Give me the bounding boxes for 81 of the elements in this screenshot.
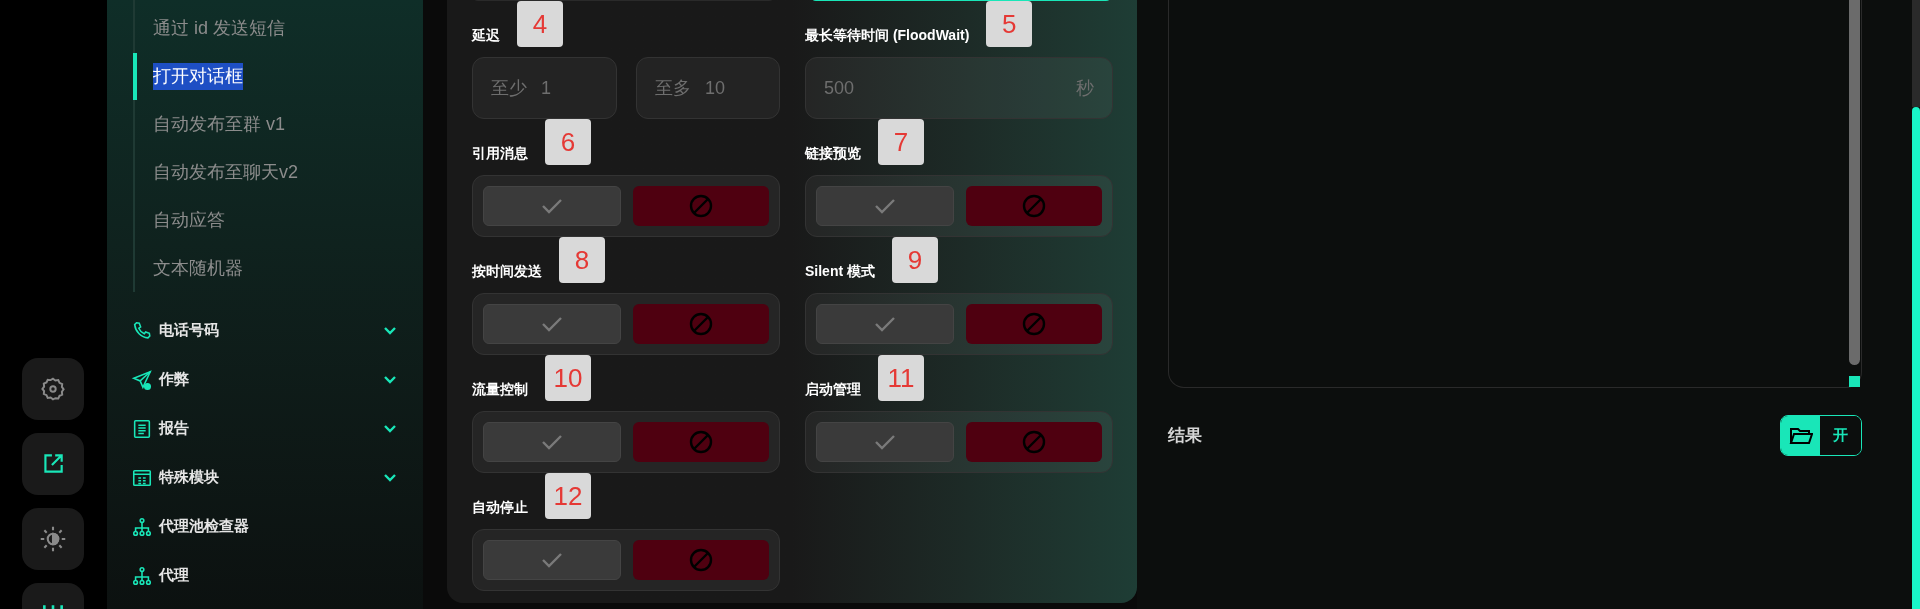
disable-button[interactable] (633, 186, 769, 226)
scrollbar-thumb[interactable] (1849, 0, 1860, 365)
block-icon (689, 312, 713, 336)
block-icon (1022, 430, 1046, 454)
group-label: 电话号码 (159, 320, 220, 341)
folder-button[interactable] (1781, 416, 1820, 455)
block-icon (1022, 312, 1046, 336)
number-badge: 4 (517, 1, 563, 47)
field-label: 链接预览 (805, 145, 861, 161)
sidebar-group[interactable]: 代理池检查器 (107, 502, 423, 551)
field-label: 延迟 (472, 27, 500, 43)
number-badge: 12 (545, 473, 591, 519)
network-icon (131, 564, 153, 587)
check-icon (874, 198, 896, 214)
field-label: 启动管理 (805, 381, 861, 397)
block-icon (689, 548, 713, 572)
number-badge: 5 (986, 1, 1033, 47)
enable-button[interactable] (816, 422, 954, 462)
number-badge: 11 (878, 355, 924, 401)
enable-button[interactable] (483, 540, 621, 580)
gear-icon (40, 376, 66, 402)
number-badge: 10 (545, 355, 591, 401)
check-icon (541, 198, 563, 214)
field-label: 流量控制 (472, 381, 528, 397)
sidebar-item[interactable]: 通过 id 发送短信 (153, 14, 285, 42)
enable-button[interactable] (816, 186, 954, 226)
brightness-button[interactable] (22, 508, 84, 570)
number-badge: 7 (878, 119, 924, 165)
field-label: 按时间发送 (472, 263, 542, 279)
enable-button[interactable] (483, 186, 621, 226)
field-label: 引用消息 (472, 145, 528, 161)
sidebar-item[interactable]: 打开对话框 (153, 62, 243, 90)
disable-button[interactable] (966, 304, 1102, 344)
number-badge: 9 (892, 237, 938, 283)
check-icon (541, 552, 563, 568)
field-label: 自动停止 (472, 499, 528, 515)
group-label: 作弊 (159, 369, 190, 390)
number-badge: 8 (559, 237, 605, 283)
check-icon (874, 434, 896, 450)
block-icon (689, 194, 713, 218)
report-icon (131, 417, 153, 440)
disable-button[interactable] (633, 540, 769, 580)
sidebar-item[interactable]: 自动发布至聊天v2 (153, 158, 298, 186)
send-icon (131, 368, 153, 391)
resize-handle[interactable] (1849, 376, 1860, 387)
sidebar-item[interactable]: 自动应答 (153, 206, 225, 234)
scrollbar-thumb[interactable] (1912, 107, 1920, 609)
sidebar-group[interactable]: 代理 (107, 551, 423, 600)
field-label: Silent 模式 (805, 263, 875, 279)
block-icon (689, 430, 713, 454)
sidebar-group[interactable]: 特殊模块 (107, 453, 423, 502)
sidebar-item[interactable]: 文本随机器 (153, 254, 243, 282)
external-link-button[interactable] (22, 433, 84, 495)
disable-button[interactable] (633, 422, 769, 462)
sidebar-group[interactable]: 报告 (107, 404, 423, 453)
sidebar-group[interactable]: 电话号码 (107, 306, 423, 355)
disable-button[interactable] (966, 186, 1102, 226)
text-area[interactable] (1168, 0, 1862, 388)
enable-button[interactable] (483, 304, 621, 344)
sidebar-item[interactable]: 自动发布至群 v1 (153, 110, 285, 138)
group-label: 报告 (159, 418, 190, 439)
result-label: 结果 (1168, 424, 1202, 447)
disable-button[interactable] (633, 304, 769, 344)
enable-button[interactable] (816, 304, 954, 344)
group-label: 代理 (159, 565, 190, 586)
check-icon (874, 316, 896, 332)
enable-button[interactable] (483, 422, 621, 462)
phone-icon (131, 319, 153, 342)
check-icon (541, 316, 563, 332)
group-label: 特殊模块 (159, 467, 220, 488)
gear-button[interactable] (22, 358, 84, 420)
disable-button[interactable] (966, 422, 1102, 462)
block-icon (1022, 194, 1046, 218)
number-badge: 6 (545, 119, 591, 165)
check-icon (541, 434, 563, 450)
sidebar-group[interactable]: 作弊 (107, 355, 423, 404)
network-icon (131, 515, 153, 538)
field-label: 最长等待时间 (FloodWait) (805, 27, 970, 43)
folder-icon (1788, 425, 1813, 446)
brightness-icon (39, 525, 67, 553)
group-label: 代理池检查器 (159, 516, 250, 537)
